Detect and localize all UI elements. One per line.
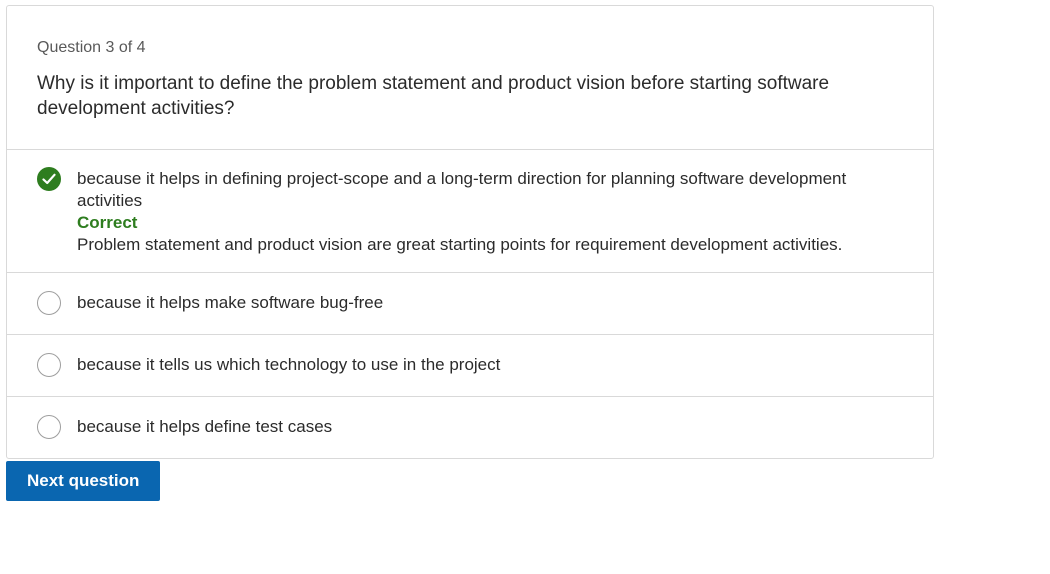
question-text: Why is it important to define the proble…: [37, 73, 830, 119]
answer-option-2[interactable]: because it helps make software bug-free: [7, 273, 933, 335]
radio-empty-icon[interactable]: [37, 353, 61, 377]
answer-option-label: because it helps make software bug-free: [77, 293, 384, 312]
radio-empty-icon[interactable]: [37, 415, 61, 439]
answer-option-body: because it helps in defining project-sco…: [77, 168, 903, 256]
answer-option-4[interactable]: because it helps define test cases: [7, 397, 933, 458]
quiz-card: Question 3 of 4 Why is it important to d…: [6, 5, 934, 459]
answer-option-label: because it helps in defining project-sco…: [77, 169, 847, 210]
question-header: Question 3 of 4 Why is it important to d…: [7, 6, 933, 150]
answer-option-3[interactable]: because it tells us which technology to …: [7, 335, 933, 397]
feedback-explanation: Problem statement and product vision are…: [77, 235, 843, 254]
checkmark-circle-icon[interactable]: [37, 167, 61, 191]
feedback-status: Correct: [77, 213, 138, 232]
radio-empty-icon[interactable]: [37, 291, 61, 315]
answer-option-1[interactable]: because it helps in defining project-sco…: [7, 150, 933, 273]
answer-option-label: because it helps define test cases: [77, 417, 333, 436]
answer-option-label: because it tells us which technology to …: [77, 355, 501, 374]
question-counter: Question 3 of 4: [37, 39, 146, 56]
next-question-button[interactable]: Next question: [6, 461, 161, 501]
